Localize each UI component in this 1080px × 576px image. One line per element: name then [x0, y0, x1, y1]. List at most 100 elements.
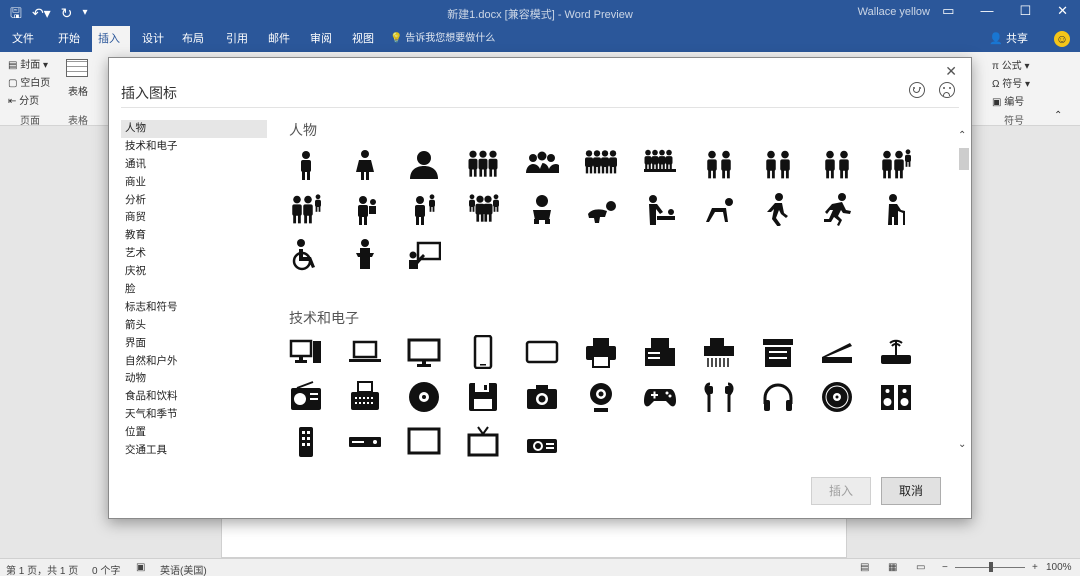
- baby-icon[interactable]: [523, 190, 561, 228]
- smartphone-icon[interactable]: [464, 333, 502, 371]
- category-item[interactable]: 天气和季节: [121, 406, 267, 424]
- headphones-icon[interactable]: [759, 378, 797, 416]
- print-layout-icon[interactable]: ▦: [888, 562, 897, 573]
- walking-person-icon[interactable]: [759, 190, 797, 228]
- running-person-icon[interactable]: [818, 190, 856, 228]
- earbuds-icon[interactable]: [700, 378, 738, 416]
- category-item[interactable]: 标志和符号: [121, 299, 267, 317]
- tab-home[interactable]: 开始: [52, 26, 86, 52]
- language-indicator[interactable]: 英语(美国): [160, 562, 207, 576]
- scanner-icon[interactable]: [818, 333, 856, 371]
- category-item[interactable]: 商贸: [121, 209, 267, 227]
- two-women-alt-icon[interactable]: [759, 145, 797, 183]
- category-item[interactable]: 人物: [121, 120, 267, 138]
- cover-page-button[interactable]: ▤ 封面 ▾: [8, 56, 48, 71]
- adult-with-child-icon[interactable]: [405, 190, 443, 228]
- group-of-four-icon[interactable]: [582, 145, 620, 183]
- page-count[interactable]: 第 1 页，共 1 页: [6, 562, 78, 576]
- router-icon[interactable]: [877, 333, 915, 371]
- radio-icon[interactable]: [287, 378, 325, 416]
- group-of-three-icon[interactable]: [464, 145, 502, 183]
- proofing-icon[interactable]: ▣: [136, 562, 145, 573]
- woman-icon[interactable]: [346, 145, 384, 183]
- word-count[interactable]: 0 个字: [92, 562, 120, 576]
- speaker-at-podium-icon[interactable]: [346, 235, 384, 273]
- tell-me-box[interactable]: 💡 告诉我您想要做什么: [390, 26, 495, 52]
- category-item[interactable]: 技术和电子: [121, 138, 267, 156]
- paper-shredder-icon[interactable]: [700, 333, 738, 371]
- table-button[interactable]: 表格: [68, 83, 88, 98]
- zoom-out-button[interactable]: −: [942, 562, 948, 573]
- tab-references[interactable]: 引用: [220, 26, 254, 52]
- tab-view[interactable]: 视图: [346, 26, 380, 52]
- page-break-button[interactable]: ⇤ 分页: [8, 92, 39, 107]
- changing-table-icon[interactable]: [641, 190, 679, 228]
- crawling-baby-icon[interactable]: [582, 190, 620, 228]
- scroll-thumb[interactable]: [959, 148, 969, 170]
- floppy-disk-icon[interactable]: [464, 378, 502, 416]
- cancel-button[interactable]: 取消: [881, 477, 941, 505]
- gamepad-icon[interactable]: [641, 378, 679, 416]
- blank-page-button[interactable]: ▢ 空白页: [8, 74, 50, 89]
- symbol-button[interactable]: Ω 符号 ▾: [992, 75, 1030, 90]
- zoom-level[interactable]: 100%: [1046, 562, 1072, 573]
- family-of-four-icon[interactable]: [464, 190, 502, 228]
- copier-icon[interactable]: [759, 333, 797, 371]
- feedback-smiley-icon[interactable]: ☺: [1054, 31, 1070, 47]
- category-item[interactable]: 位置: [121, 424, 267, 442]
- share-button[interactable]: 👤 共享: [989, 26, 1028, 52]
- minimize-button[interactable]: —: [980, 3, 993, 19]
- man-icon[interactable]: [287, 145, 325, 183]
- sad-face-icon[interactable]: [939, 82, 955, 98]
- table-icon[interactable]: [66, 59, 88, 77]
- tab-insert[interactable]: 插入: [92, 26, 130, 52]
- fax-printer-icon[interactable]: [641, 333, 679, 371]
- category-item[interactable]: 动物: [121, 370, 267, 388]
- old-tv-icon[interactable]: [464, 423, 502, 460]
- equation-button[interactable]: π 公式 ▾: [992, 57, 1030, 72]
- ribbon-display-options-button[interactable]: ▭: [942, 3, 954, 19]
- webcam-icon[interactable]: [582, 378, 620, 416]
- user-name[interactable]: Wallace yellow: [858, 6, 930, 18]
- tab-design[interactable]: 设计: [136, 26, 170, 52]
- category-item[interactable]: 分析: [121, 192, 267, 210]
- dvd-player-icon[interactable]: [346, 423, 384, 460]
- remote-control-icon[interactable]: [287, 423, 325, 460]
- close-window-button[interactable]: ✕: [1057, 3, 1068, 19]
- monitor-icon[interactable]: [405, 333, 443, 371]
- user-icon[interactable]: [405, 145, 443, 183]
- printer-icon[interactable]: [582, 333, 620, 371]
- desktop-computer-icon[interactable]: [287, 333, 325, 371]
- collapse-ribbon-icon[interactable]: ⌃: [1054, 110, 1062, 121]
- document-page[interactable]: [221, 516, 847, 558]
- parent-holding-child-icon[interactable]: [346, 190, 384, 228]
- category-item[interactable]: 交通工具: [121, 442, 267, 460]
- category-item[interactable]: 教育: [121, 227, 267, 245]
- two-men-icon[interactable]: [818, 145, 856, 183]
- gallery-scrollbar[interactable]: ⌃ ⌄: [957, 130, 971, 450]
- wheelchair-icon[interactable]: [287, 235, 325, 273]
- category-item[interactable]: 脸: [121, 281, 267, 299]
- tab-file[interactable]: 文件: [6, 26, 40, 52]
- category-item[interactable]: 界面: [121, 335, 267, 353]
- category-item[interactable]: 艺术: [121, 245, 267, 263]
- dialog-close-button[interactable]: ✕: [945, 63, 957, 80]
- speakers-icon[interactable]: [877, 378, 915, 416]
- vinyl-record-icon[interactable]: [818, 378, 856, 416]
- category-item[interactable]: 食品和饮料: [121, 388, 267, 406]
- tab-layout[interactable]: 布局: [176, 26, 210, 52]
- scroll-down-icon[interactable]: ⌄: [958, 439, 966, 450]
- crawling-person-icon[interactable]: [700, 190, 738, 228]
- read-mode-icon[interactable]: ▤: [860, 562, 869, 573]
- tv-icon[interactable]: [405, 423, 443, 460]
- category-item[interactable]: 箭头: [121, 317, 267, 335]
- insert-button[interactable]: 插入: [811, 477, 871, 505]
- zoom-in-button[interactable]: +: [1032, 562, 1038, 573]
- two-women-icon[interactable]: [700, 145, 738, 183]
- category-item[interactable]: 通讯: [121, 156, 267, 174]
- zoom-slider-thumb[interactable]: [989, 562, 993, 572]
- category-item[interactable]: 自然和户外: [121, 353, 267, 371]
- category-item[interactable]: 庆祝: [121, 263, 267, 281]
- scroll-up-icon[interactable]: ⌃: [958, 130, 966, 141]
- laptop-icon[interactable]: [346, 333, 384, 371]
